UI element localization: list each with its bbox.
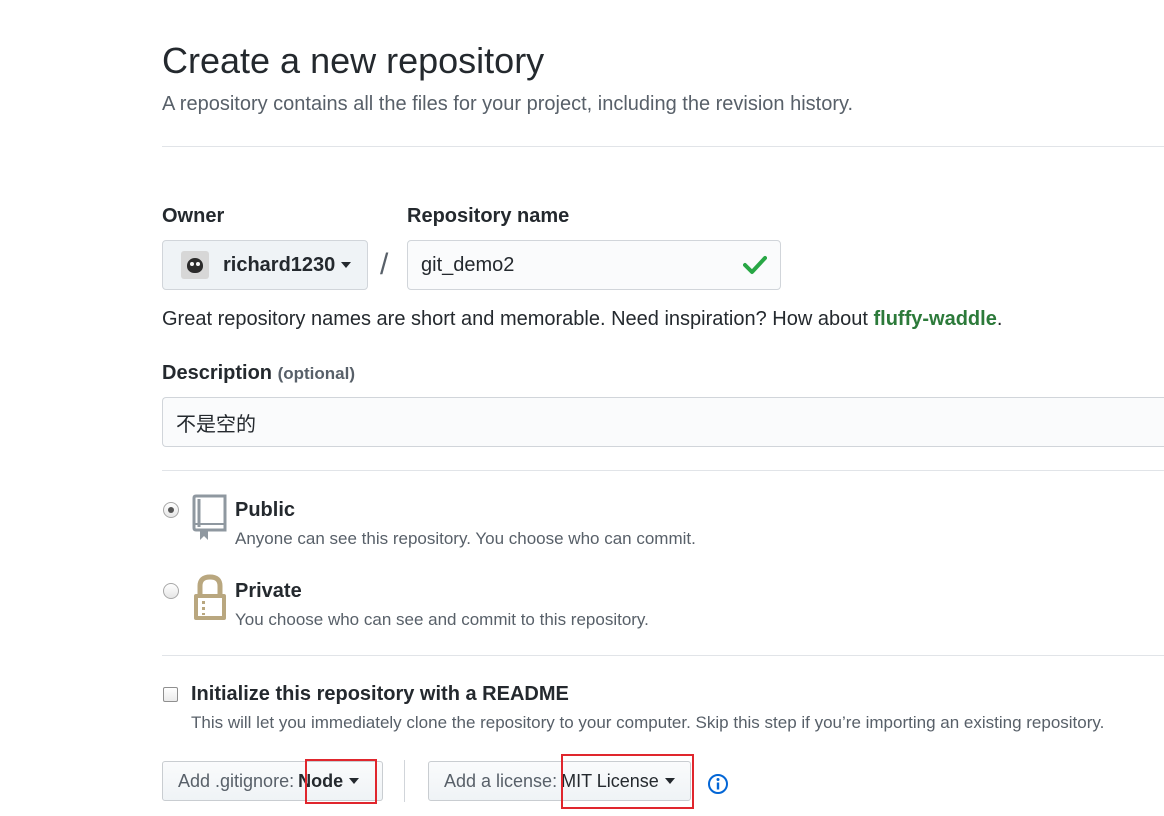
name-suggestion-link[interactable]: fluffy-waddle bbox=[873, 308, 996, 330]
description-input[interactable] bbox=[162, 397, 1164, 447]
private-title: Private bbox=[235, 580, 302, 602]
owner-name: richard1230 bbox=[223, 253, 336, 276]
owner-select-button[interactable]: richard1230 bbox=[162, 240, 368, 290]
page-title: Create a new repository bbox=[162, 40, 545, 81]
info-icon[interactable] bbox=[707, 773, 729, 795]
private-radio[interactable] bbox=[163, 583, 179, 599]
owner-repo-separator: / bbox=[380, 248, 389, 281]
optional-tag: (optional) bbox=[277, 364, 356, 383]
gitignore-label: Add .gitignore: bbox=[178, 770, 295, 791]
license-highlight-box bbox=[561, 754, 694, 809]
repo-name-hint: Great repository names are short and mem… bbox=[162, 308, 1003, 330]
vertical-divider bbox=[404, 760, 405, 802]
gitignore-highlight-box bbox=[305, 759, 377, 804]
repo-book-icon bbox=[192, 494, 227, 540]
owner-label: Owner bbox=[162, 205, 225, 227]
lock-icon bbox=[194, 574, 226, 620]
readme-checkbox[interactable] bbox=[163, 687, 178, 702]
chevron-down-icon bbox=[341, 262, 352, 268]
description-label: Description (optional) bbox=[162, 362, 356, 384]
divider bbox=[162, 470, 1164, 471]
divider bbox=[162, 655, 1164, 656]
license-label: Add a license: bbox=[444, 770, 558, 791]
divider bbox=[162, 146, 1164, 147]
public-description: Anyone can see this repository. You choo… bbox=[235, 529, 696, 548]
repo-name-label: Repository name bbox=[407, 205, 570, 227]
public-radio[interactable] bbox=[163, 502, 179, 518]
private-description: You choose who can see and commit to thi… bbox=[235, 610, 649, 629]
repository-name-input[interactable] bbox=[407, 240, 781, 290]
user-avatar-icon bbox=[181, 251, 209, 279]
check-icon bbox=[743, 256, 767, 274]
readme-description: This will let you immediately clone the … bbox=[191, 713, 1105, 732]
readme-title: Initialize this repository with a README bbox=[191, 683, 569, 705]
page-subtitle: A repository contains all the files for … bbox=[162, 93, 854, 115]
public-title: Public bbox=[235, 499, 296, 521]
